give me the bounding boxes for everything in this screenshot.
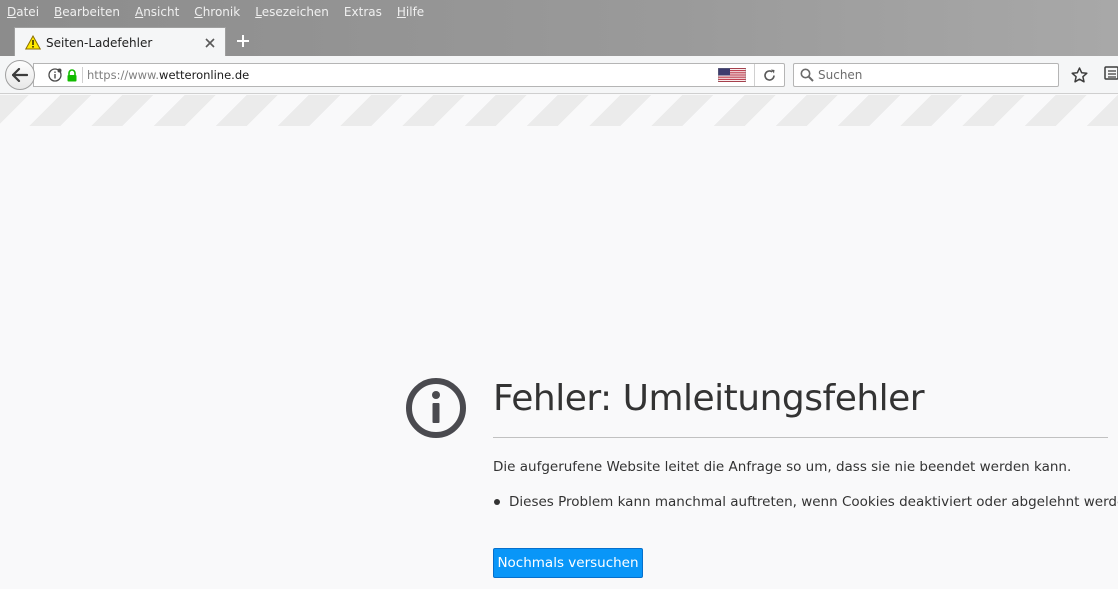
menu-bar: Datei Bearbeiten Ansicht Chronik Lesezei… bbox=[0, 0, 1118, 24]
menu-ansicht[interactable]: Ansicht bbox=[135, 5, 179, 19]
title-divider bbox=[493, 437, 1108, 438]
reload-icon bbox=[764, 69, 775, 81]
warning-icon bbox=[25, 35, 41, 51]
back-arrow-icon bbox=[12, 68, 28, 82]
star-icon bbox=[1070, 67, 1088, 83]
identity-box[interactable] bbox=[34, 64, 83, 86]
reload-button[interactable] bbox=[754, 64, 784, 86]
us-flag-icon[interactable] bbox=[718, 68, 746, 82]
error-description: Die aufgerufene Website leitet die Anfra… bbox=[493, 459, 1072, 475]
error-stripe-band bbox=[0, 95, 1118, 126]
bullet-dot bbox=[494, 499, 500, 505]
nav-toolbar: https://www.wetteronline.de bbox=[0, 56, 1118, 94]
new-tab-button[interactable] bbox=[232, 30, 254, 52]
plus-icon bbox=[237, 35, 249, 47]
back-button[interactable] bbox=[5, 60, 35, 90]
error-hint-text: Dieses Problem kann manchmal auftreten, … bbox=[509, 494, 1118, 510]
lock-icon bbox=[67, 68, 77, 81]
menu-chronik[interactable]: Chronik bbox=[194, 5, 240, 19]
info-icon bbox=[48, 68, 62, 82]
menu-extras[interactable]: Extras bbox=[344, 5, 382, 19]
menu-datei[interactable]: Datei bbox=[7, 5, 39, 19]
bookmark-star-button[interactable] bbox=[1069, 65, 1089, 85]
tab-strip: Seiten-Ladefehler bbox=[0, 24, 1118, 57]
url-text[interactable]: https://www.wetteronline.de bbox=[87, 68, 718, 82]
close-icon[interactable] bbox=[200, 33, 220, 53]
search-icon bbox=[800, 68, 814, 82]
menu-bearbeiten[interactable]: Bearbeiten bbox=[54, 5, 120, 19]
error-hint-item: Dieses Problem kann manchmal auftreten, … bbox=[493, 494, 1118, 510]
tab-title: Seiten-Ladefehler bbox=[46, 35, 153, 50]
search-bar[interactable] bbox=[793, 63, 1059, 87]
menu-hilfe[interactable]: Hilfe bbox=[397, 5, 424, 19]
library-button[interactable] bbox=[1100, 65, 1118, 85]
identity-separator bbox=[82, 67, 83, 83]
error-title: Fehler: Umleitungsfehler bbox=[493, 378, 925, 419]
url-bar[interactable]: https://www.wetteronline.de bbox=[33, 63, 785, 87]
retry-button[interactable]: Nochmals versuchen bbox=[493, 548, 643, 578]
tab-seiten-ladefehler[interactable]: Seiten-Ladefehler bbox=[14, 27, 226, 57]
library-icon bbox=[1104, 66, 1118, 80]
info-circle-icon bbox=[406, 378, 466, 438]
menu-lesezeichen[interactable]: Lesezeichen bbox=[255, 5, 329, 19]
search-input[interactable] bbox=[818, 68, 1038, 82]
